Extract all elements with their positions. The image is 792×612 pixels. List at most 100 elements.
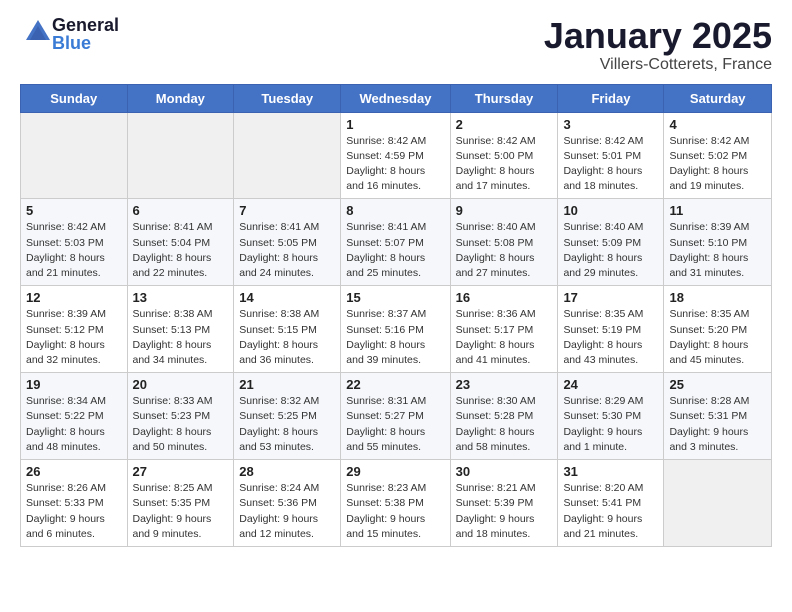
day-number: 23 xyxy=(456,377,553,392)
day-number: 12 xyxy=(26,290,122,305)
day-info: Sunrise: 8:34 AMSunset: 5:22 PMDaylight:… xyxy=(26,394,122,455)
calendar-cell: 22 Sunrise: 8:31 AMSunset: 5:27 PMDayligh… xyxy=(341,373,450,460)
day-number: 5 xyxy=(26,203,122,218)
day-number: 26 xyxy=(26,464,122,479)
day-number: 21 xyxy=(239,377,335,392)
day-info: Sunrise: 8:35 AMSunset: 5:20 PMDaylight:… xyxy=(669,307,766,368)
day-info: Sunrise: 8:23 AMSunset: 5:38 PMDaylight:… xyxy=(346,481,444,542)
calendar-cell: 1 Sunrise: 8:42 AMSunset: 4:59 PMDaylight… xyxy=(341,112,450,199)
calendar-cell: 2 Sunrise: 8:42 AMSunset: 5:00 PMDaylight… xyxy=(450,112,558,199)
calendar-cell: 9 Sunrise: 8:40 AMSunset: 5:08 PMDaylight… xyxy=(450,199,558,286)
calendar-cell xyxy=(127,112,234,199)
calendar-cell xyxy=(21,112,128,199)
calendar-cell: 26Sunrise: 8:26 AMSunset: 5:33 PMDayligh… xyxy=(21,460,128,547)
day-number: 15 xyxy=(346,290,444,305)
calendar-cell: 27 Sunrise: 8:25 AMSunset: 5:35 PMDayligh… xyxy=(127,460,234,547)
day-number: 6 xyxy=(133,203,229,218)
page-container: General Blue January 2025 Villers-Cotter… xyxy=(0,0,792,557)
day-info: Sunrise: 8:30 AMSunset: 5:28 PMDaylight:… xyxy=(456,394,553,455)
day-number: 28 xyxy=(239,464,335,479)
logo-icon xyxy=(24,18,52,46)
day-info: Sunrise: 8:42 AMSunset: 5:02 PMDaylight:… xyxy=(669,134,766,195)
calendar-week-row-1: 1 Sunrise: 8:42 AMSunset: 4:59 PMDaylight… xyxy=(21,112,772,199)
day-info: Sunrise: 8:39 AMSunset: 5:12 PMDaylight:… xyxy=(26,307,122,368)
day-number: 29 xyxy=(346,464,444,479)
month-title: January 2025 xyxy=(544,16,772,56)
day-number: 20 xyxy=(133,377,229,392)
calendar-cell: 23 Sunrise: 8:30 AMSunset: 5:28 PMDayligh… xyxy=(450,373,558,460)
header: General Blue January 2025 Villers-Cotter… xyxy=(20,16,772,74)
day-number: 18 xyxy=(669,290,766,305)
calendar-cell xyxy=(664,460,772,547)
day-info: Sunrise: 8:42 AMSunset: 5:03 PMDaylight:… xyxy=(26,220,122,281)
logo: General Blue xyxy=(20,16,119,52)
calendar-cell: 8 Sunrise: 8:41 AMSunset: 5:07 PMDaylight… xyxy=(341,199,450,286)
col-tuesday: Tuesday xyxy=(234,84,341,112)
calendar-week-row-3: 12 Sunrise: 8:39 AMSunset: 5:12 PMDayligh… xyxy=(21,286,772,373)
calendar-cell: 10Sunrise: 8:40 AMSunset: 5:09 PMDayligh… xyxy=(558,199,664,286)
calendar-cell: 11Sunrise: 8:39 AMSunset: 5:10 PMDayligh… xyxy=(664,199,772,286)
day-number: 31 xyxy=(563,464,658,479)
calendar-week-row-2: 5 Sunrise: 8:42 AMSunset: 5:03 PMDaylight… xyxy=(21,199,772,286)
calendar-cell: 21 Sunrise: 8:32 AMSunset: 5:25 PMDayligh… xyxy=(234,373,341,460)
day-info: Sunrise: 8:29 AMSunset: 5:30 PMDaylight:… xyxy=(563,394,658,455)
calendar-cell: 29 Sunrise: 8:23 AMSunset: 5:38 PMDayligh… xyxy=(341,460,450,547)
day-info: Sunrise: 8:24 AMSunset: 5:36 PMDaylight:… xyxy=(239,481,335,542)
calendar-cell: 18 Sunrise: 8:35 AMSunset: 5:20 PMDayligh… xyxy=(664,286,772,373)
calendar-week-row-5: 26Sunrise: 8:26 AMSunset: 5:33 PMDayligh… xyxy=(21,460,772,547)
calendar-cell: 6 Sunrise: 8:41 AMSunset: 5:04 PMDaylight… xyxy=(127,199,234,286)
day-info: Sunrise: 8:33 AMSunset: 5:23 PMDaylight:… xyxy=(133,394,229,455)
day-number: 8 xyxy=(346,203,444,218)
day-info: Sunrise: 8:35 AMSunset: 5:19 PMDaylight:… xyxy=(563,307,658,368)
day-number: 1 xyxy=(346,117,444,132)
calendar-cell: 16 Sunrise: 8:36 AMSunset: 5:17 PMDayligh… xyxy=(450,286,558,373)
day-number: 10 xyxy=(563,203,658,218)
calendar-cell: 20 Sunrise: 8:33 AMSunset: 5:23 PMDayligh… xyxy=(127,373,234,460)
day-number: 25 xyxy=(669,377,766,392)
day-number: 2 xyxy=(456,117,553,132)
day-info: Sunrise: 8:42 AMSunset: 5:00 PMDaylight:… xyxy=(456,134,553,195)
day-number: 30 xyxy=(456,464,553,479)
calendar-cell: 14Sunrise: 8:38 AMSunset: 5:15 PMDayligh… xyxy=(234,286,341,373)
day-number: 3 xyxy=(563,117,658,132)
day-info: Sunrise: 8:28 AMSunset: 5:31 PMDaylight:… xyxy=(669,394,766,455)
location-text: Villers-Cotterets, France xyxy=(544,56,772,74)
day-number: 7 xyxy=(239,203,335,218)
calendar-week-row-4: 19 Sunrise: 8:34 AMSunset: 5:22 PMDayligh… xyxy=(21,373,772,460)
col-monday: Monday xyxy=(127,84,234,112)
day-info: Sunrise: 8:42 AMSunset: 4:59 PMDaylight:… xyxy=(346,134,444,195)
day-info: Sunrise: 8:21 AMSunset: 5:39 PMDaylight:… xyxy=(456,481,553,542)
day-info: Sunrise: 8:38 AMSunset: 5:15 PMDaylight:… xyxy=(239,307,335,368)
day-info: Sunrise: 8:41 AMSunset: 5:07 PMDaylight:… xyxy=(346,220,444,281)
calendar-cell: 4 Sunrise: 8:42 AMSunset: 5:02 PMDaylight… xyxy=(664,112,772,199)
day-info: Sunrise: 8:25 AMSunset: 5:35 PMDaylight:… xyxy=(133,481,229,542)
calendar-cell: 12 Sunrise: 8:39 AMSunset: 5:12 PMDayligh… xyxy=(21,286,128,373)
day-info: Sunrise: 8:37 AMSunset: 5:16 PMDaylight:… xyxy=(346,307,444,368)
day-number: 27 xyxy=(133,464,229,479)
calendar-cell: 19 Sunrise: 8:34 AMSunset: 5:22 PMDayligh… xyxy=(21,373,128,460)
col-thursday: Thursday xyxy=(450,84,558,112)
day-info: Sunrise: 8:41 AMSunset: 5:05 PMDaylight:… xyxy=(239,220,335,281)
calendar-cell: 30 Sunrise: 8:21 AMSunset: 5:39 PMDayligh… xyxy=(450,460,558,547)
title-section: January 2025 Villers-Cotterets, France xyxy=(544,16,772,74)
day-number: 19 xyxy=(26,377,122,392)
day-number: 22 xyxy=(346,377,444,392)
calendar-cell: 5 Sunrise: 8:42 AMSunset: 5:03 PMDaylight… xyxy=(21,199,128,286)
day-info: Sunrise: 8:31 AMSunset: 5:27 PMDaylight:… xyxy=(346,394,444,455)
day-info: Sunrise: 8:41 AMSunset: 5:04 PMDaylight:… xyxy=(133,220,229,281)
day-info: Sunrise: 8:20 AMSunset: 5:41 PMDaylight:… xyxy=(563,481,658,542)
day-number: 9 xyxy=(456,203,553,218)
day-info: Sunrise: 8:32 AMSunset: 5:25 PMDaylight:… xyxy=(239,394,335,455)
day-number: 16 xyxy=(456,290,553,305)
day-info: Sunrise: 8:36 AMSunset: 5:17 PMDaylight:… xyxy=(456,307,553,368)
col-wednesday: Wednesday xyxy=(341,84,450,112)
calendar-cell: 28 Sunrise: 8:24 AMSunset: 5:36 PMDayligh… xyxy=(234,460,341,547)
calendar-cell: 25 Sunrise: 8:28 AMSunset: 5:31 PMDayligh… xyxy=(664,373,772,460)
calendar-cell: 7 Sunrise: 8:41 AMSunset: 5:05 PMDaylight… xyxy=(234,199,341,286)
calendar-cell xyxy=(234,112,341,199)
calendar-cell: 3Sunrise: 8:42 AMSunset: 5:01 PMDaylight… xyxy=(558,112,664,199)
day-info: Sunrise: 8:40 AMSunset: 5:08 PMDaylight:… xyxy=(456,220,553,281)
calendar-cell: 24Sunrise: 8:29 AMSunset: 5:30 PMDayligh… xyxy=(558,373,664,460)
calendar-table: Sunday Monday Tuesday Wednesday Thursday… xyxy=(20,84,772,547)
day-number: 4 xyxy=(669,117,766,132)
